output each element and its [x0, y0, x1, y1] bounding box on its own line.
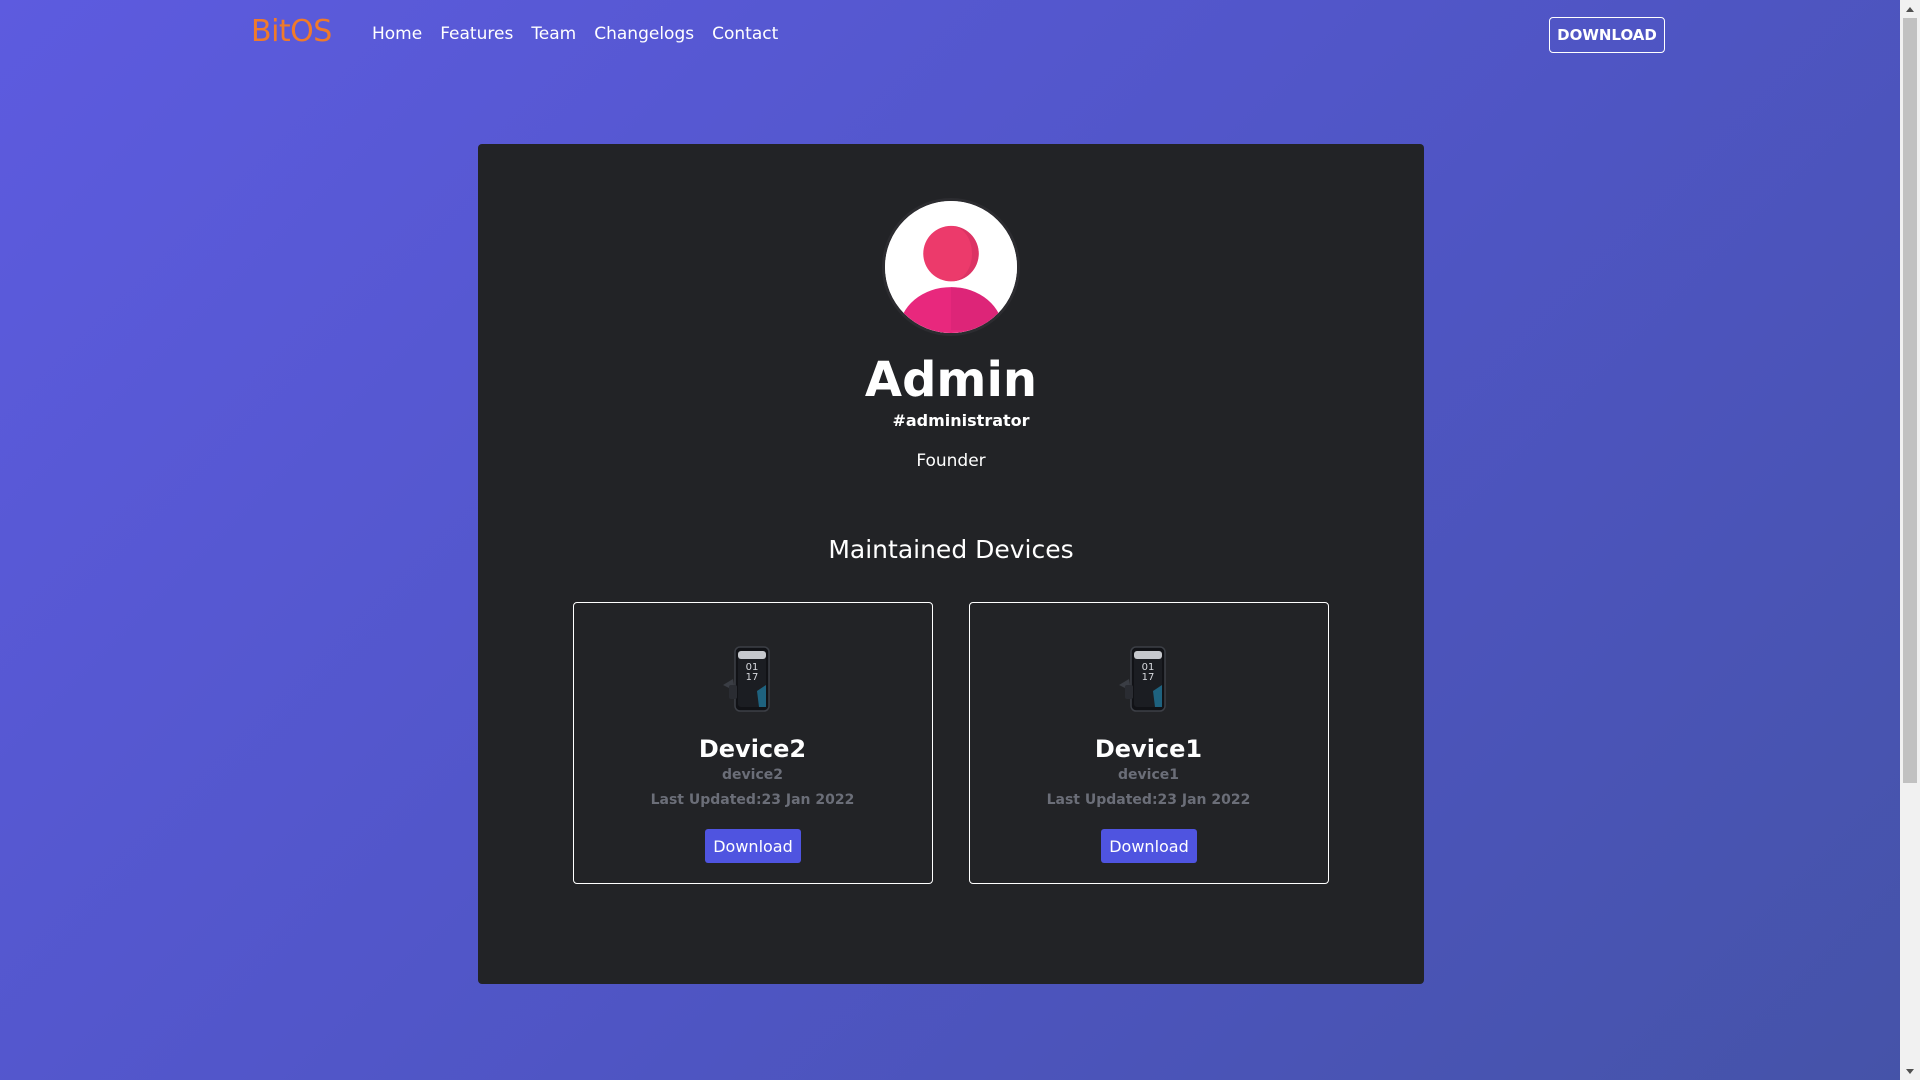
nav-link-changelogs[interactable]: Changelogs: [594, 24, 694, 44]
svg-text:17: 17: [1142, 672, 1155, 683]
profile-name: Admin: [864, 352, 1038, 408]
profile-role: Founder: [916, 451, 986, 471]
page: BitOS Home Features Team Changelogs Cont…: [0, 0, 1900, 1080]
scrollbar-thumb[interactable]: [1903, 18, 1917, 783]
download-button[interactable]: DOWNLOAD: [1549, 17, 1665, 53]
nav-link-features[interactable]: Features: [440, 24, 513, 44]
device-download-button[interactable]: Download: [1101, 829, 1197, 863]
nav-link-home[interactable]: Home: [372, 24, 422, 44]
profile-handle: #administrator: [892, 411, 1030, 430]
device-code: device2: [722, 767, 783, 783]
device-name: Device2: [698, 735, 807, 763]
device-card: 01 17 Device1 device1 Last Updated:23 Ja…: [969, 602, 1329, 884]
device-last-updated: Last Updated:23 Jan 2022: [1046, 792, 1251, 808]
device-name: Device1: [1094, 735, 1203, 763]
navbar: BitOS Home Features Team Changelogs Cont…: [0, 0, 1900, 72]
phone-icon: 01 17: [1115, 645, 1183, 715]
device-last-updated: Last Updated:23 Jan 2022: [650, 792, 855, 808]
nav-link-contact[interactable]: Contact: [712, 24, 778, 44]
device-card: 01 17 Device2 device2 Last Updated:23 Ja…: [573, 602, 933, 884]
svg-text:17: 17: [746, 672, 759, 683]
nav-link-team[interactable]: Team: [531, 24, 576, 44]
nav-links: Home Features Team Changelogs Contact: [372, 24, 796, 44]
device-download-button[interactable]: Download: [705, 829, 801, 863]
scroll-up-arrow-icon[interactable]: [1900, 0, 1920, 17]
user-avatar-icon: [882, 198, 1020, 336]
phone-icon: 01 17: [719, 645, 787, 715]
maintained-devices-title: Maintained Devices: [828, 535, 1074, 564]
scroll-down-arrow-icon[interactable]: [1900, 1063, 1920, 1080]
device-code: device1: [1118, 767, 1179, 783]
brand-logo[interactable]: BitOS: [251, 14, 332, 49]
vertical-scrollbar[interactable]: [1900, 0, 1920, 1080]
profile-card: Admin #administrator Founder Maintained …: [478, 144, 1424, 984]
